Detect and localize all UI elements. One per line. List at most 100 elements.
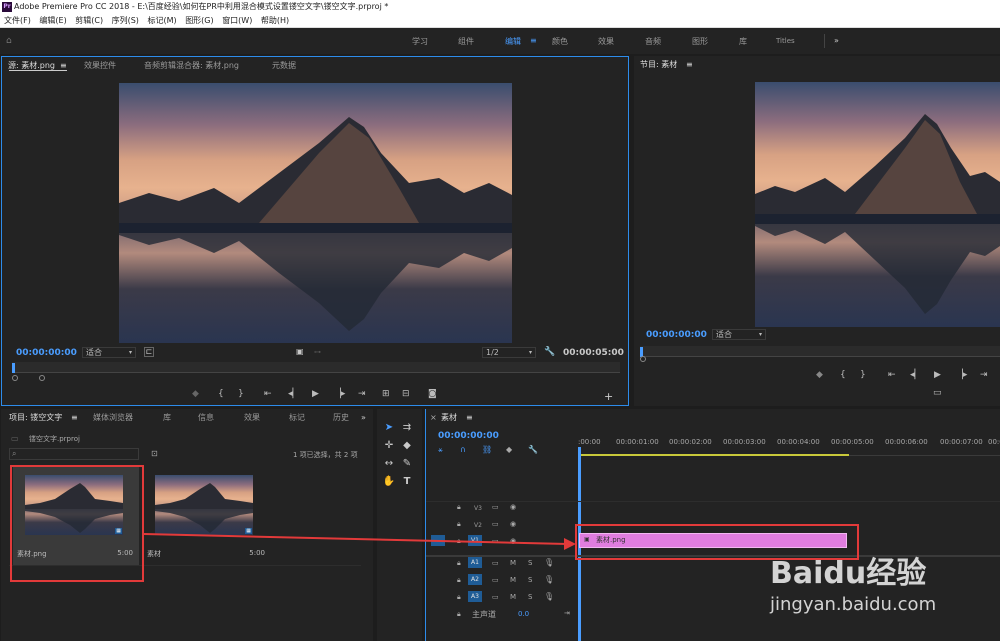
nest-icon[interactable]: ⚹ xyxy=(438,445,443,455)
workspace-titles[interactable]: Titles xyxy=(776,37,795,45)
microphone-icon[interactable]: 🎙︎ xyxy=(544,575,554,584)
home-icon[interactable]: ⌂ xyxy=(6,36,12,46)
lock-icon[interactable]: 🔒︎ xyxy=(457,576,461,585)
panel-menu-icon[interactable]: ≡ xyxy=(466,409,473,427)
panel-menu-icon[interactable]: ≡ xyxy=(686,56,693,74)
solo-icon[interactable]: S xyxy=(528,593,532,601)
program-fit-dropdown[interactable]: 适合 ▾ xyxy=(712,329,766,340)
workspace-libraries[interactable]: 库 xyxy=(739,36,747,47)
source-time-ruler[interactable] xyxy=(12,362,620,373)
drag-audio-icon[interactable]: ⊶ xyxy=(314,348,321,356)
workspace-assembly[interactable]: 组件 xyxy=(458,36,474,47)
zoom-handle-left[interactable] xyxy=(12,375,18,381)
add-marker-icon[interactable]: ◆ xyxy=(816,370,823,380)
mute-icon[interactable]: M xyxy=(510,593,516,601)
wrench-icon[interactable]: 🔧 xyxy=(544,347,555,357)
mark-out-icon[interactable]: } xyxy=(860,370,866,380)
tab-audio-clip-mixer[interactable]: 音频剪辑混合器: 素材.png xyxy=(144,57,239,75)
program-time-ruler[interactable] xyxy=(640,346,1000,357)
program-timecode[interactable]: 00:00:00:00 xyxy=(646,330,707,340)
insert-icon[interactable]: ⊞ xyxy=(382,389,390,399)
tab-history[interactable]: 历史 xyxy=(333,409,349,427)
selection-tool-icon[interactable]: ➤ xyxy=(382,421,396,435)
track-target-a2[interactable]: A2 xyxy=(468,574,482,585)
drag-video-icon[interactable]: ▣ xyxy=(296,347,304,356)
hand-tool-icon[interactable]: ✋ xyxy=(382,475,396,489)
source-fit-dropdown[interactable]: 适合 ▾ xyxy=(82,347,136,358)
zoom-handle-right[interactable] xyxy=(39,375,45,381)
play-icon[interactable]: ▶ xyxy=(312,389,319,399)
tab-markers[interactable]: 标记 xyxy=(289,409,305,427)
track-target-a3[interactable]: A3 xyxy=(468,591,482,602)
lock-icon[interactable]: 🔒︎ xyxy=(457,503,461,512)
resolution-dropdown[interactable]: 1/2 ▾ xyxy=(482,347,536,358)
sync-lock-icon[interactable]: ▭ xyxy=(492,520,499,528)
type-tool-icon[interactable]: T xyxy=(400,475,414,489)
menu-file[interactable]: 文件(F) xyxy=(4,14,31,28)
add-marker-icon[interactable]: ◆ xyxy=(192,389,199,399)
source-timecode[interactable]: 00:00:00:00 xyxy=(16,348,77,358)
mark-in-icon[interactable]: { xyxy=(218,389,224,399)
workspace-color[interactable]: 颜色 xyxy=(552,36,568,47)
workspace-editing[interactable]: 编辑 xyxy=(505,36,521,47)
microphone-icon[interactable]: 🎙︎ xyxy=(544,558,554,567)
sync-lock-icon[interactable]: ▭ xyxy=(492,593,499,601)
program-zoom-handle[interactable] xyxy=(640,356,646,362)
go-to-out-icon[interactable]: ⇥ xyxy=(358,389,366,399)
timeline-ruler[interactable]: :00:00 00:00:01:00 00:00:02:00 00:00:03:… xyxy=(578,434,1000,456)
overwrite-icon[interactable]: ⊟ xyxy=(402,389,410,399)
step-forward-icon[interactable]: ▕▸ xyxy=(956,370,967,380)
step-back-icon[interactable]: ◂▏ xyxy=(910,370,921,380)
sync-lock-icon[interactable]: ▭ xyxy=(492,576,499,584)
source-playhead[interactable] xyxy=(12,363,15,373)
step-forward-icon[interactable]: ▕▸ xyxy=(334,389,345,399)
panel-menu-icon[interactable]: ≡ xyxy=(71,409,78,427)
menu-edit[interactable]: 编辑(E) xyxy=(39,14,66,28)
eye-icon[interactable]: ◉ xyxy=(510,520,516,528)
track-target-a1[interactable]: A1 xyxy=(468,557,482,568)
snap-icon[interactable]: ∩ xyxy=(460,445,466,454)
menu-graphics[interactable]: 图形(G) xyxy=(185,14,213,28)
workspace-audio[interactable]: 音频 xyxy=(645,36,661,47)
razor-tool-icon[interactable]: ◆ xyxy=(400,439,414,453)
export-frame-icon[interactable]: ◙ xyxy=(428,389,437,399)
go-to-out-icon[interactable]: ⇥ xyxy=(980,370,988,380)
lock-icon[interactable]: 🔒︎ xyxy=(457,593,461,602)
new-bin-icon[interactable]: ⊡ xyxy=(151,449,158,458)
timeline-timecode[interactable]: 00:00:00:00 xyxy=(438,431,499,441)
mark-out-icon[interactable]: } xyxy=(238,389,244,399)
tab-media-browser[interactable]: 媒体浏览器 xyxy=(93,409,133,427)
tab-source[interactable]: 源: 素材.png xyxy=(8,57,55,75)
lock-icon[interactable]: 🔒︎ xyxy=(457,610,461,619)
workspace-effects[interactable]: 效果 xyxy=(598,36,614,47)
tab-project[interactable]: 项目: 镂空文字 xyxy=(9,409,62,427)
eye-icon[interactable]: ◉ xyxy=(510,503,516,511)
menu-window[interactable]: 窗口(W) xyxy=(222,14,252,28)
menu-marker[interactable]: 标记(M) xyxy=(147,14,176,28)
settings-bracket-icon[interactable]: ⊏ xyxy=(144,347,154,357)
go-to-in-icon[interactable]: ⇤ xyxy=(888,370,896,380)
more-tabs-icon[interactable]: » xyxy=(361,409,366,427)
sync-lock-icon[interactable]: ▭ xyxy=(492,503,499,511)
source-zoom-bar[interactable] xyxy=(10,375,624,381)
close-tab-icon[interactable]: × xyxy=(430,409,437,427)
microphone-icon[interactable]: 🎙︎ xyxy=(544,592,554,601)
tab-program[interactable]: 节目: 素材 xyxy=(640,56,677,74)
work-area-bar[interactable] xyxy=(579,454,849,456)
linked-selection-icon[interactable]: ⛓ xyxy=(482,445,492,454)
step-back-icon[interactable]: ◂▏ xyxy=(288,389,299,399)
panel-menu-icon[interactable]: ≡ xyxy=(60,57,67,75)
add-button-icon[interactable]: + xyxy=(604,390,613,403)
add-marker-icon[interactable]: ◆ xyxy=(506,445,512,454)
workspace-graphics[interactable]: 图形 xyxy=(692,36,708,47)
solo-icon[interactable]: S xyxy=(528,576,532,584)
more-workspaces-icon[interactable]: » xyxy=(834,36,839,45)
workspace-learn[interactable]: 学习 xyxy=(412,36,428,47)
tab-info[interactable]: 信息 xyxy=(198,409,214,427)
sync-lock-icon[interactable]: ▭ xyxy=(492,559,499,567)
play-icon[interactable]: ▶ xyxy=(934,370,941,380)
tab-metadata[interactable]: 元数据 xyxy=(272,57,296,75)
mute-icon[interactable]: M xyxy=(510,576,516,584)
tab-effect-controls[interactable]: 效果控件 xyxy=(84,57,116,75)
mark-in-icon[interactable]: { xyxy=(840,370,846,380)
